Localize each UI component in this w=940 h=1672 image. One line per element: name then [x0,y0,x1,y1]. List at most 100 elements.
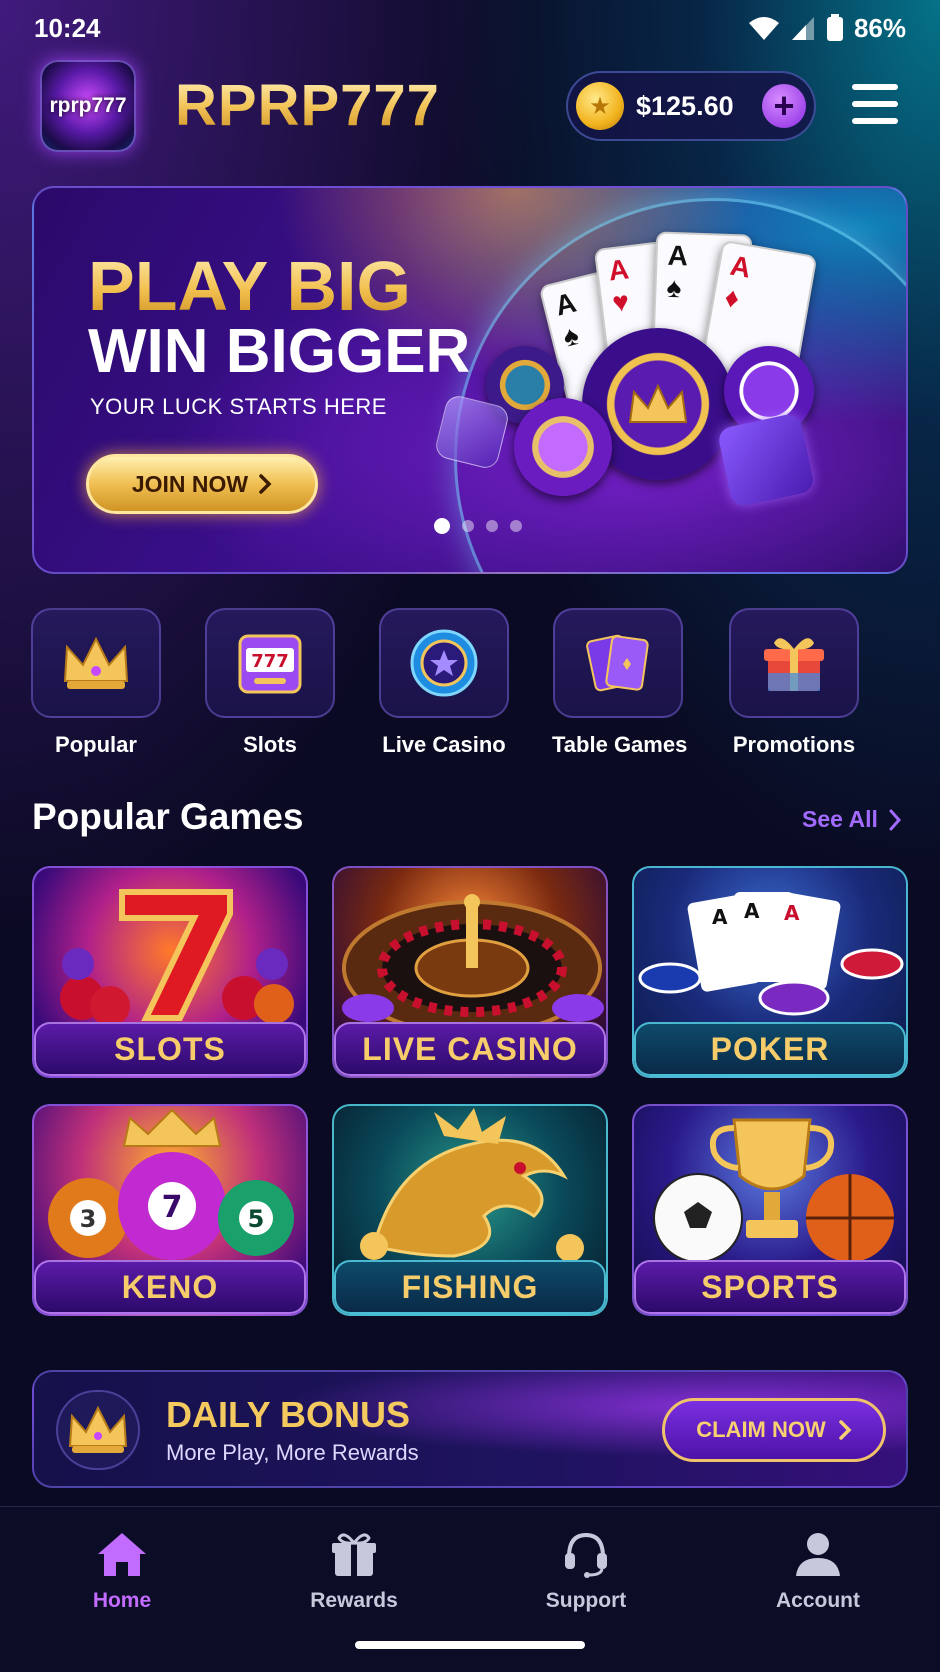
trophy-balls-art [653,1118,894,1263]
nav-label: Rewards [310,1589,398,1612]
logo-text: rprp777 [49,94,127,117]
game-card-live-casino[interactable]: LIVE CASINO [332,866,608,1078]
join-now-label: JOIN NOW [131,470,249,497]
category-tile: 777 [205,608,335,718]
game-label: SLOTS [34,1022,306,1076]
battery-percent: 86% [853,12,906,43]
nav-account[interactable]: Account [738,1521,898,1613]
category-tile [553,608,683,718]
nav-label: Support [545,1589,627,1612]
balance-amount: $125.60 [636,90,734,121]
bonus-title: DAILY BONUS [166,1394,411,1435]
game-label: KENO [34,1260,306,1314]
popular-games-title: Popular Games [32,796,304,837]
home-icon [95,1527,149,1581]
game-card-poker[interactable]: A A A POKER [632,866,908,1078]
headset-icon [559,1527,613,1581]
claim-now-button[interactable]: CLAIM NOW [662,1398,886,1462]
dice-art [716,412,816,508]
category-tile [379,608,509,718]
battery-icon [826,14,843,41]
banner-dot[interactable] [462,520,474,532]
poker-cards-chips-art: A A A [638,892,904,1016]
svg-text:5: 5 [248,1205,265,1233]
purple-chip-art [514,398,612,496]
playing-cards-icon [586,634,649,692]
banner-dot[interactable] [434,518,450,534]
chevron-right-icon [839,1420,852,1440]
category-label: Table Games [552,732,688,757]
bonus-subtitle: More Play, More Rewards [166,1440,419,1465]
category-label: Popular [55,732,137,757]
game-card-fishing[interactable]: FISHING [332,1104,608,1316]
category-slots[interactable]: 777 Slots [204,608,336,758]
game-label: LIVE CASINO [334,1022,606,1076]
svg-text:3: 3 [80,1205,97,1233]
wifi-icon [748,17,779,40]
home-indicator-bar[interactable] [355,1641,585,1649]
game-label: FISHING [334,1260,606,1314]
category-table-games[interactable]: Table Games [552,608,688,758]
promo-banner[interactable]: PLAY BIG WIN BIGGER YOUR LUCK STARTS HER… [32,186,908,574]
category-promotions[interactable]: Promotions [728,608,860,758]
game-label: SPORTS [634,1260,906,1314]
casino-chip-icon [410,629,478,697]
category-row: Popular 777 Slots Live Casino Table Game… [30,608,908,758]
game-card-slots[interactable]: SLOTS [32,866,308,1078]
claim-now-label: CLAIM NOW [696,1417,826,1442]
category-label: Promotions [732,732,856,757]
user-icon [791,1527,845,1581]
banner-subtitle: YOUR LUCK STARTS HERE [90,394,387,419]
category-popular[interactable]: Popular [30,608,162,758]
nav-label: Home [92,1589,152,1612]
nav-rewards[interactable]: Rewards [274,1521,434,1613]
banner-pagination[interactable] [434,518,522,534]
category-label: Live Casino [382,732,506,757]
status-bar: 10:24 86% [0,0,940,56]
keno-balls-art: 3 7 5 [48,1108,294,1260]
roulette-wheel-art [342,894,604,1028]
coin-icon: ★ [576,82,624,130]
game-card-sports[interactable]: SPORTS [632,1104,908,1316]
nav-support[interactable]: Support [506,1521,666,1613]
app-header: rprp777 RPRP777 ★ $125.60 + [0,58,940,158]
svg-text:A: A [744,899,760,923]
category-tile [31,608,161,718]
nav-home[interactable]: Home [42,1521,202,1613]
chevron-right-icon [259,474,272,494]
balance-pill[interactable]: ★ $125.60 + [566,71,816,141]
slot-machine-icon: 777 [238,634,302,694]
banner-title-line2: WIN BIGGER [88,317,471,386]
banner-dot[interactable] [486,520,498,532]
svg-text:A: A [712,905,728,929]
app-logo[interactable]: rprp777 [40,60,136,152]
crown-icon [68,1405,128,1453]
join-now-button[interactable]: JOIN NOW [86,454,318,514]
svg-text:7: 7 [162,1190,183,1225]
signal-icon [791,17,814,40]
nav-label: Account [776,1589,860,1612]
status-icons: 86% [748,13,906,44]
gift-box-icon [764,638,824,691]
golden-dragon-art [360,1108,584,1262]
hamburger-menu-icon[interactable] [852,84,898,124]
game-label: POKER [634,1022,906,1076]
gift-icon [327,1527,381,1581]
banner-dot[interactable] [510,520,522,532]
svg-text:777: 777 [251,651,289,672]
game-card-keno[interactable]: 3 7 5 KENO [32,1104,308,1316]
category-live-casino[interactable]: Live Casino [378,608,510,758]
svg-text:A: A [784,901,800,925]
crown-icon [63,636,129,689]
see-all-link[interactable]: See All [802,806,902,833]
banner-title-line1: PLAY BIG [88,247,411,325]
lucky-seven-art [60,889,294,1026]
category-label: Slots [243,732,297,757]
app-title: RPRP777 [175,73,440,138]
bonus-crown-badge [56,1390,140,1470]
chevron-right-icon [889,809,901,830]
deposit-plus-button[interactable]: + [762,84,806,128]
see-all-label: See All [802,806,878,832]
status-time: 10:24 [34,12,101,43]
category-tile [729,608,859,718]
